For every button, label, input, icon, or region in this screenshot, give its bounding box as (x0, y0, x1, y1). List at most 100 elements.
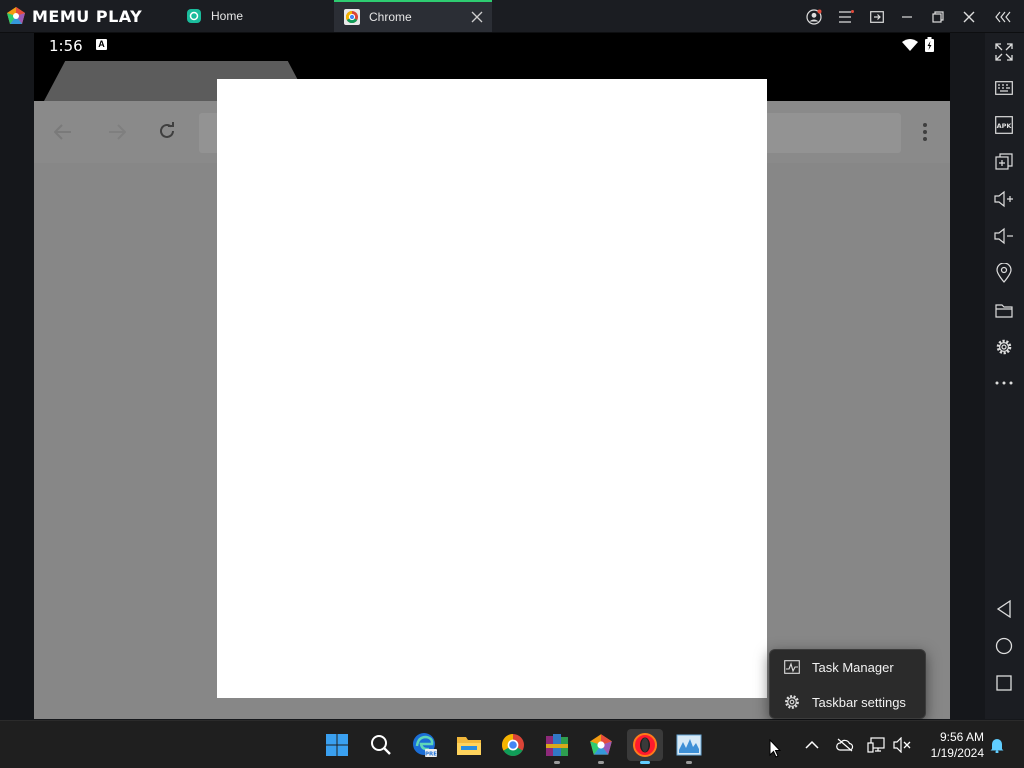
collapse-sidebar-button[interactable] (988, 0, 1019, 33)
keyboard-icon (995, 81, 1013, 95)
memu-logo-icon (7, 7, 25, 24)
bell-icon (990, 739, 1004, 753)
tab-chrome-label: Chrome (369, 10, 412, 24)
windows-start-icon (326, 734, 348, 756)
android-screen[interactable]: 1:56 A (34, 33, 950, 719)
fullscreen-icon (995, 43, 1013, 61)
android-home-button[interactable] (992, 634, 1016, 658)
battery-icon (925, 37, 934, 52)
clock-date: 1/19/2024 (930, 746, 984, 760)
apk-button[interactable]: APK (992, 113, 1016, 137)
taskbar-clock[interactable]: 9:56 AM 1/19/2024 (918, 729, 984, 761)
account-button[interactable] (798, 0, 829, 33)
onedrive-icon (836, 738, 854, 752)
chrome-icon (502, 734, 524, 756)
keyboard-button[interactable] (992, 76, 1016, 100)
memu-home-icon (187, 9, 201, 23)
taskbar-winrar[interactable] (541, 729, 573, 764)
mouse-cursor-icon (769, 739, 781, 758)
chevron-up-icon (805, 740, 819, 749)
status-time: 1:56 (49, 37, 83, 55)
show-hidden-icons-button[interactable] (801, 733, 823, 757)
restore-button[interactable] (922, 0, 953, 33)
back-arrow-icon (54, 124, 71, 140)
title-bar: MEMU PLAY Home Chrome (0, 0, 1024, 33)
svg-text:APK: APK (997, 122, 1013, 130)
close-tab-icon[interactable] (471, 11, 483, 23)
volume-down-icon (994, 227, 1013, 245)
emulator-toolbar: APK (985, 33, 1024, 719)
running-indicator (686, 761, 692, 764)
folder-icon (995, 303, 1013, 318)
taskbar-search-button[interactable] (365, 729, 397, 761)
close-button[interactable] (953, 0, 984, 33)
collapse-sidebar-icon (994, 11, 1010, 22)
add-window-icon (995, 153, 1013, 170)
fullscreen-button[interactable] (992, 40, 1016, 64)
edge-icon: PRE (413, 733, 437, 758)
volume-up-button[interactable] (992, 187, 1016, 211)
winrar-icon (546, 734, 568, 756)
account-icon (805, 8, 822, 25)
taskbar-file-explorer[interactable] (453, 729, 485, 761)
taskbar-task-manager[interactable] (673, 729, 705, 764)
network-tray[interactable] (865, 733, 887, 757)
volume-tray[interactable] (891, 733, 913, 757)
tab-chrome[interactable]: Chrome (334, 0, 492, 32)
windows-taskbar: PRE 9:56 AM 1/19/2024 (0, 720, 1024, 768)
speaker-muted-icon (893, 737, 911, 753)
chrome-icon (344, 9, 360, 25)
volume-down-button[interactable] (992, 224, 1016, 248)
location-button[interactable] (992, 261, 1016, 285)
settings-icon (996, 339, 1012, 355)
home-icon (995, 637, 1013, 655)
back-icon (996, 600, 1011, 618)
tab-home[interactable]: Home (178, 0, 333, 32)
tab-home-label: Home (211, 9, 244, 23)
menu-icon (838, 9, 854, 23)
taskbar-opera[interactable] (627, 729, 663, 764)
settings-button[interactable] (992, 335, 1016, 359)
task-manager-icon (784, 660, 800, 674)
status-badge: A (96, 39, 107, 50)
app-logo: MEMU PLAY (6, 6, 142, 26)
running-indicator (598, 761, 604, 764)
more-button[interactable] (992, 371, 1016, 395)
overflow-menu-icon (923, 123, 927, 141)
forward-arrow-icon (109, 124, 126, 140)
taskbar-chrome[interactable] (497, 729, 529, 761)
task-manager-app-icon (676, 734, 702, 756)
add-window-button[interactable] (992, 150, 1016, 174)
opera-icon (633, 733, 657, 757)
network-icon (867, 737, 885, 753)
menu-item-taskbar-settings[interactable]: Taskbar settings (770, 685, 927, 719)
minimize-icon (901, 15, 912, 18)
memu-emulator-window: MEMU PLAY Home Chrome 1:56 A APK Task Ma… (0, 0, 1024, 768)
running-indicator (640, 761, 650, 764)
volume-up-icon (994, 190, 1013, 208)
multi-window-button[interactable] (861, 0, 892, 33)
menu-item-task-manager[interactable]: Task Manager (770, 650, 927, 684)
reload-icon (160, 122, 174, 138)
start-button[interactable] (321, 729, 353, 761)
file-explorer-icon (457, 737, 481, 755)
recents-icon (996, 675, 1012, 691)
taskbar-edge[interactable]: PRE (409, 729, 441, 761)
close-icon (963, 11, 974, 22)
restore-icon (931, 10, 944, 23)
minimize-button[interactable] (891, 0, 922, 33)
taskbar-memu[interactable] (585, 729, 617, 764)
notifications-button[interactable] (986, 733, 1008, 757)
clock-time: 9:56 AM (939, 730, 984, 744)
app-name: MEMU PLAY (32, 6, 143, 26)
menu-item-label: Task Manager (812, 659, 894, 675)
settings-icon (785, 695, 799, 709)
folder-button[interactable] (992, 298, 1016, 322)
blank-dialog[interactable] (217, 79, 767, 698)
android-back-button[interactable] (992, 597, 1016, 621)
menu-button[interactable] (830, 0, 861, 33)
wifi-icon (902, 39, 918, 51)
android-recents-button[interactable] (992, 671, 1016, 695)
onedrive-tray[interactable] (834, 733, 856, 757)
svg-text:PRE: PRE (425, 752, 437, 758)
